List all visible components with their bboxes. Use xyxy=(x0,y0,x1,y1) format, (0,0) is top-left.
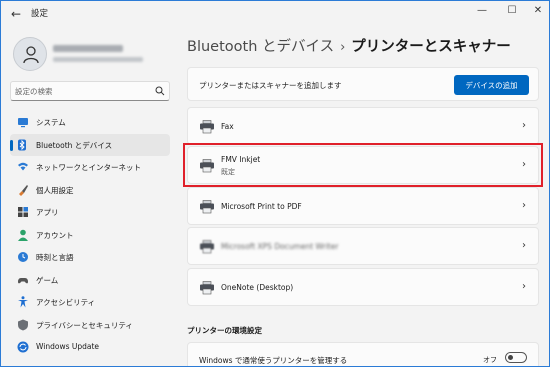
close-icon[interactable]: ✕ xyxy=(523,1,549,21)
highlight-box xyxy=(183,143,543,187)
nav-item-personalization[interactable]: 個人用設定 xyxy=(10,179,170,202)
nav-item-system[interactable]: システム xyxy=(10,111,170,134)
personalization-icon xyxy=(19,184,28,196)
nav-item-bluetooth-devices[interactable]: Bluetooth とデバイス xyxy=(10,133,170,156)
printer-item-fax[interactable]: Fax › xyxy=(187,107,539,145)
nav-item-time-language[interactable]: 時刻と言語 xyxy=(10,246,170,269)
nav-item-label: アクセシビリティ xyxy=(36,298,96,307)
system-icon xyxy=(18,118,28,128)
privacy-security-icon xyxy=(18,319,28,330)
printer-icon xyxy=(200,120,214,134)
search-icon[interactable] xyxy=(155,86,165,96)
chevron-right-icon: › xyxy=(522,240,526,251)
nav-item-label: プライバシーとセキュリティ xyxy=(36,320,133,330)
add-device-label: プリンターまたはスキャナーを追加します xyxy=(199,81,342,90)
add-device-card: プリンターまたはスキャナーを追加します デバイスの追加 xyxy=(187,67,539,101)
settings-window: ← 設定 — ☐ ✕ システム Bluetooth とデバイス xyxy=(0,0,550,367)
account-icon xyxy=(18,229,28,241)
nav-item-accounts[interactable]: アカウント xyxy=(10,224,170,247)
windows-update-icon xyxy=(17,341,29,353)
add-device-button[interactable]: デバイスの追加 xyxy=(454,75,529,95)
nav-item-privacy-security[interactable]: プライバシーとセキュリティ xyxy=(10,314,170,337)
apps-icon xyxy=(18,207,28,217)
chevron-right-icon: › xyxy=(522,281,526,292)
search-input[interactable] xyxy=(15,84,155,99)
nav-item-label: Bluetooth とデバイス xyxy=(36,140,113,150)
printer-name: Fax xyxy=(221,122,234,131)
setting-label: Windows で通常使うプリンターを管理する xyxy=(199,356,348,365)
printer-item-print-to-pdf[interactable]: Microsoft Print to PDF › xyxy=(187,187,539,225)
breadcrumb-separator: › xyxy=(340,40,346,55)
nav-item-label: ネットワークとインターネット xyxy=(36,163,141,172)
avatar xyxy=(13,37,47,71)
nav-item-network[interactable]: ネットワークとインターネット xyxy=(10,156,170,179)
printer-icon xyxy=(200,281,214,295)
section-title-printer-preferences: プリンターの環境設定 xyxy=(187,326,262,335)
nav-item-label: アプリ xyxy=(36,208,59,217)
chevron-right-icon: › xyxy=(522,120,526,131)
nav-item-accessibility[interactable]: アクセシビリティ xyxy=(10,291,170,314)
nav-item-label: システム xyxy=(36,118,66,127)
chevron-right-icon: › xyxy=(522,200,526,211)
breadcrumb-parent[interactable]: Bluetooth とデバイス xyxy=(187,39,334,55)
nav-item-label: Windows Update xyxy=(36,342,100,351)
printer-name: Microsoft Print to PDF xyxy=(221,202,302,211)
printer-icon xyxy=(200,240,214,254)
time-language-icon xyxy=(18,252,28,262)
title-bar: ← 設定 — ☐ ✕ xyxy=(1,1,549,27)
nav-menu: システム Bluetooth とデバイス ネットワークとインターネット 個人用設… xyxy=(10,111,170,359)
nav-item-apps[interactable]: アプリ xyxy=(10,201,170,224)
accessibility-icon xyxy=(18,296,28,308)
back-arrow-icon[interactable]: ← xyxy=(9,6,23,22)
printer-name: Microsoft XPS Document Writer xyxy=(221,242,339,251)
breadcrumb: Bluetooth とデバイス › プリンターとスキャナー xyxy=(187,35,511,56)
toggle-state-label: オフ xyxy=(483,356,497,364)
page-title: プリンターとスキャナー xyxy=(351,39,511,55)
minimize-icon[interactable]: — xyxy=(467,1,497,21)
gaming-icon xyxy=(18,277,28,283)
nav-item-label: ゲーム xyxy=(36,275,59,285)
toggle-switch[interactable] xyxy=(505,352,527,363)
network-icon xyxy=(18,162,28,171)
nav-item-label: 時刻と言語 xyxy=(36,253,74,262)
nav-item-windows-update[interactable]: Windows Update xyxy=(10,336,170,359)
user-email-redacted xyxy=(53,57,143,62)
window-title: 設定 xyxy=(31,9,49,19)
nav-item-label: 個人用設定 xyxy=(36,185,74,195)
search-box[interactable] xyxy=(10,81,170,101)
person-icon xyxy=(23,46,39,64)
printer-icon xyxy=(200,200,214,214)
user-name-redacted xyxy=(53,45,123,52)
printer-name: OneNote (Desktop) xyxy=(221,283,294,292)
setting-manage-default-printer: Windows で通常使うプリンターを管理する オフ xyxy=(187,342,539,366)
nav-item-gaming[interactable]: ゲーム xyxy=(10,269,170,292)
bluetooth-icon xyxy=(18,139,26,150)
nav-item-label: アカウント xyxy=(36,230,74,240)
printer-item-xps-writer[interactable]: Microsoft XPS Document Writer › xyxy=(187,227,539,265)
printer-item-onenote[interactable]: OneNote (Desktop) › xyxy=(187,268,539,306)
